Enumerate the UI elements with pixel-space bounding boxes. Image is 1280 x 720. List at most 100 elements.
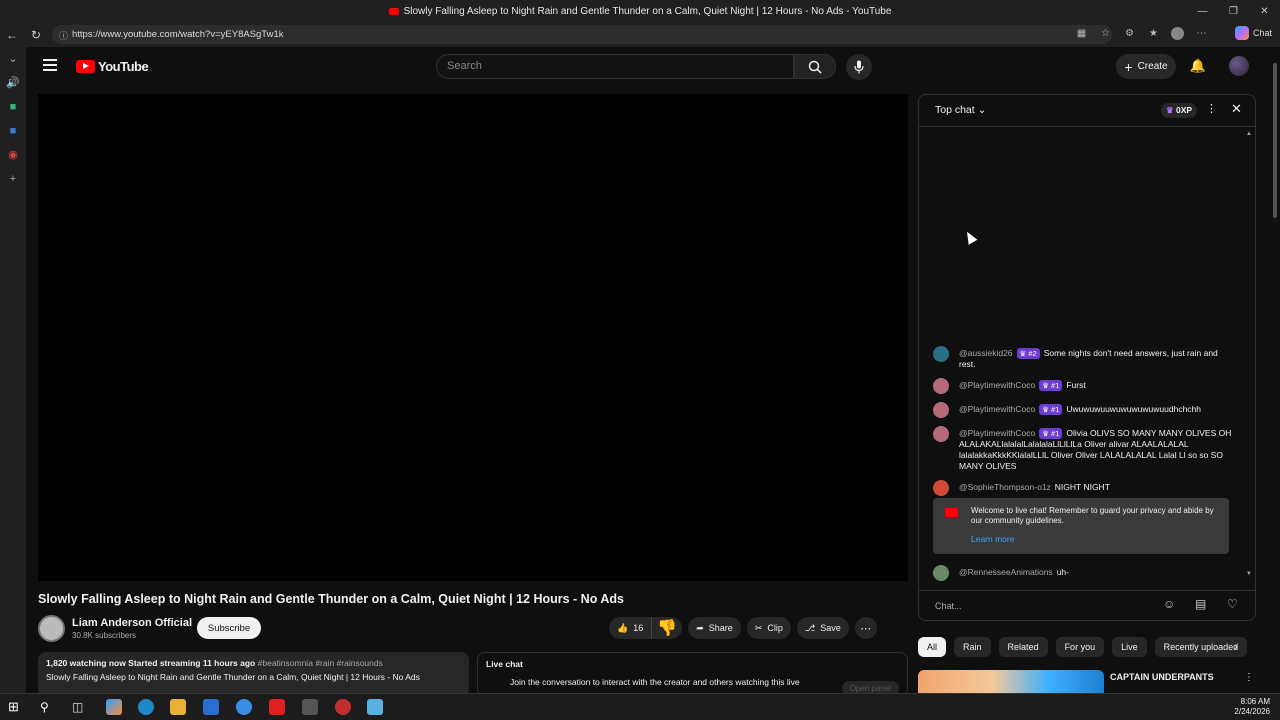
recommended-thumbnail[interactable] xyxy=(918,670,1104,693)
chip-for-you[interactable]: For you xyxy=(1055,637,1105,657)
extensions-icon[interactable]: ⚙ xyxy=(1121,25,1138,42)
video-player[interactable] xyxy=(38,94,908,581)
description-box[interactable]: 1,820 watching now Started streaming 11 … xyxy=(38,652,469,693)
chat-author[interactable]: @aussiekid26 xyxy=(959,348,1013,358)
menu-icon[interactable] xyxy=(43,59,57,71)
like-button[interactable]: 👍 16 xyxy=(609,617,653,639)
url-field[interactable]: ⓘ https://www.youtube.com/watch?v=yEY8AS… xyxy=(52,25,1112,44)
lock-icon: ⓘ xyxy=(59,31,69,41)
youtube-page: YouTube Search + Create 🔔 Slowly Falling… xyxy=(26,47,1280,693)
task-view-icon[interactable]: ◫ xyxy=(72,699,88,715)
favorite-star-icon[interactable]: ☆ xyxy=(1097,25,1114,42)
chat-author[interactable]: @SophieThompson-o1z xyxy=(959,482,1051,492)
chat-more-icon[interactable]: ⋮ xyxy=(1206,102,1217,115)
voice-search-button[interactable] xyxy=(846,54,872,80)
user-avatar[interactable] xyxy=(1229,56,1249,76)
youtube-logo[interactable]: YouTube xyxy=(76,59,149,74)
sidebar-speaker-icon[interactable]: 🔊 xyxy=(0,71,26,95)
youtube-favicon-icon xyxy=(388,7,399,15)
create-button[interactable]: + Create xyxy=(1116,54,1176,79)
save-button[interactable]: ⎇ Save xyxy=(796,617,849,639)
chat-avatar[interactable] xyxy=(933,426,949,442)
plus-icon: + xyxy=(1124,58,1133,75)
app-available-icon[interactable]: ▦ xyxy=(1073,25,1090,42)
edge-browser-icon[interactable] xyxy=(138,699,154,715)
channel-name[interactable]: Liam Anderson Official xyxy=(72,617,192,629)
minimize-icon[interactable]: — xyxy=(1187,0,1218,22)
taskbar-search-icon[interactable]: ⚲ xyxy=(40,699,56,715)
chat-author[interactable]: @PlaytimewithCoco xyxy=(959,428,1035,438)
browser-sidebar: ⌄ 🔊 ■ ■ ◉ + xyxy=(0,47,26,693)
url-text: https://www.youtube.com/watch?v=yEY8ASgT… xyxy=(72,29,284,40)
chat-avatar[interactable] xyxy=(933,480,949,496)
browser-menu-icon[interactable]: ⋯ xyxy=(1193,25,1210,42)
recommended-title[interactable]: CAPTAIN UNDERPANTS xyxy=(1110,672,1214,682)
profile-icon[interactable] xyxy=(1169,25,1186,42)
chat-input[interactable]: Chat... xyxy=(935,597,1160,615)
super-chat-icon[interactable]: ▤ xyxy=(1195,597,1206,611)
search-button[interactable] xyxy=(794,54,836,79)
like-dislike-group: 👍 16 👎 xyxy=(609,617,683,639)
close-chat-icon[interactable]: ✕ xyxy=(1231,101,1242,117)
chat-author[interactable]: @RennesseeAnimations xyxy=(959,567,1053,577)
recommended-more-icon[interactable]: ⋮ xyxy=(1244,672,1254,683)
scrollbar-thumb[interactable] xyxy=(1273,63,1277,218)
dislike-button[interactable]: 👎 xyxy=(652,617,682,639)
chip-rain[interactable]: Rain xyxy=(954,637,991,657)
restore-icon[interactable]: ❐ xyxy=(1218,0,1249,22)
chat-text: uh- xyxy=(1056,567,1069,577)
chip-live[interactable]: Live xyxy=(1112,637,1147,657)
sidebar-add-icon[interactable]: + xyxy=(0,167,26,191)
open-panel-button[interactable]: Open panel xyxy=(841,681,899,693)
chip-all[interactable]: All xyxy=(918,637,947,657)
emoji-icon[interactable]: ☺ xyxy=(1163,597,1175,611)
chat-avatar[interactable] xyxy=(933,565,949,581)
window-title: Slowly Falling Asleep to Night Rain and … xyxy=(403,5,892,17)
description-tags[interactable]: #beatinsomnia #rain #rainsounds xyxy=(258,658,383,668)
chat-avatar[interactable] xyxy=(933,402,949,418)
copilot-taskbar-icon[interactable] xyxy=(106,699,122,715)
youtube-taskbar-icon[interactable] xyxy=(269,699,285,715)
sidebar-record-icon[interactable]: ◉ xyxy=(0,143,26,167)
search-icon xyxy=(808,60,822,74)
sidebar-app-icon[interactable]: ■ xyxy=(0,119,26,143)
search-input[interactable]: Search xyxy=(436,54,794,79)
subscribe-button[interactable]: Subscribe xyxy=(197,617,261,639)
notifications-bell-icon[interactable]: 🔔 xyxy=(1189,57,1207,75)
sidebar-app-icon[interactable]: ■ xyxy=(0,95,26,119)
share-button[interactable]: ➦ Share xyxy=(688,617,741,639)
chat-avatar[interactable] xyxy=(933,378,949,394)
store-icon[interactable] xyxy=(203,699,219,715)
refresh-icon[interactable]: ↻ xyxy=(24,23,48,47)
app-icon[interactable] xyxy=(302,699,318,715)
copilot-chat-button[interactable]: Chat xyxy=(1234,26,1272,40)
app-icon[interactable] xyxy=(236,699,252,715)
scroll-down-icon[interactable]: ▼ xyxy=(1246,571,1252,577)
scroll-up-icon[interactable]: ▲ xyxy=(1246,131,1252,137)
sidebar-collapse-icon[interactable]: ⌄ xyxy=(0,47,26,71)
more-actions-icon[interactable]: ⋯ xyxy=(854,617,877,639)
chevron-down-icon: ⌄ xyxy=(977,104,987,116)
system-clock[interactable]: 8:06 AM 2/24/2026 xyxy=(1234,697,1270,717)
channel-avatar[interactable] xyxy=(38,615,65,642)
heart-icon[interactable]: ♡ xyxy=(1227,597,1238,611)
top-chat-dropdown[interactable]: Top chat ⌄ xyxy=(935,104,986,116)
clip-button[interactable]: ✂ Clip xyxy=(746,617,791,639)
xp-badge[interactable]: ♛ 0XP xyxy=(1161,103,1198,118)
chat-scrollbar[interactable]: ▲ ▼ xyxy=(1246,131,1252,577)
chevron-right-icon[interactable]: › xyxy=(1234,641,1238,653)
windows-start-icon[interactable]: ⊞ xyxy=(8,699,24,715)
back-icon[interactable]: ← xyxy=(0,23,24,47)
app-icon[interactable] xyxy=(335,699,351,715)
close-window-icon[interactable]: ✕ xyxy=(1249,0,1280,22)
favorites-icon[interactable]: ★ xyxy=(1145,25,1162,42)
chat-author[interactable]: @PlaytimewithCoco xyxy=(959,404,1035,414)
chat-author[interactable]: @PlaytimewithCoco xyxy=(959,380,1035,390)
file-explorer-icon[interactable] xyxy=(170,699,186,715)
chip-related[interactable]: Related xyxy=(998,637,1048,657)
learn-more-link[interactable]: Learn more xyxy=(971,534,1221,544)
page-scrollbar[interactable] xyxy=(1270,47,1280,693)
app-icon[interactable] xyxy=(367,699,383,715)
chat-message: @SophieThompson-o1z NIGHT NIGHT xyxy=(933,480,1233,496)
chat-avatar[interactable] xyxy=(933,346,949,362)
